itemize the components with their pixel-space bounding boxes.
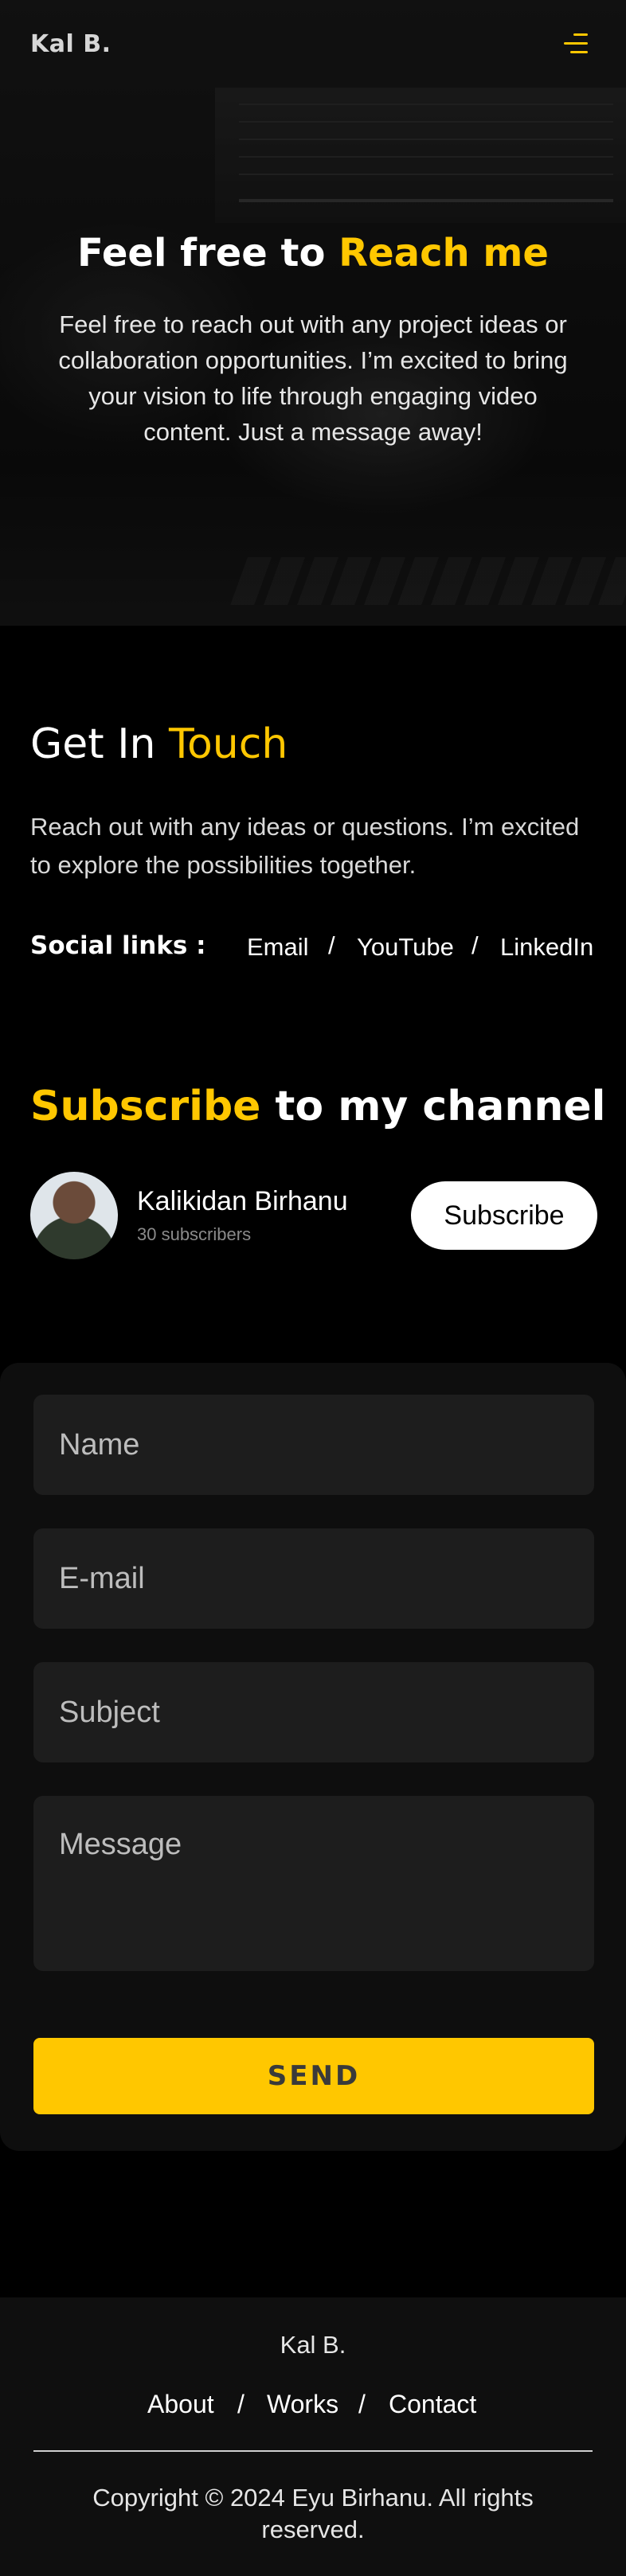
- send-button[interactable]: SEND: [33, 2038, 594, 2114]
- brand-logo[interactable]: Kal B.: [30, 30, 111, 58]
- email-field[interactable]: [33, 1528, 594, 1629]
- copyright-text: Copyright © 2024 Eyu Birhanu. All rights…: [92, 2484, 534, 2543]
- channel-avatar[interactable]: [30, 1172, 118, 1259]
- social-separator: /: [471, 931, 479, 959]
- contact-description: Reach out with any ideas or questions. I…: [30, 813, 580, 879]
- footer-nav: About / Works / Contact: [0, 2390, 626, 2422]
- contact-title-highlight: Touch: [169, 720, 288, 768]
- social-link-linkedin[interactable]: LinkedIn: [500, 933, 593, 962]
- footer-divider: [33, 2450, 593, 2452]
- footer-link-works[interactable]: Works: [267, 2390, 338, 2419]
- footer-separator: /: [237, 2390, 245, 2418]
- channel-subscriber-count: 30 subscribers: [137, 1224, 252, 1244]
- hero-title: Feel free to Reach me: [77, 231, 549, 275]
- footer-brand[interactable]: Kal B.: [0, 2331, 626, 2359]
- footer-link-contact[interactable]: Contact: [389, 2390, 476, 2419]
- subscribe-title: Subscribe to my channel: [30, 1083, 606, 1130]
- social-link-email[interactable]: Email: [247, 933, 309, 962]
- menu-icon[interactable]: [561, 32, 588, 56]
- message-field[interactable]: [33, 1796, 594, 1971]
- name-field[interactable]: [33, 1395, 594, 1495]
- channel-name[interactable]: Kalikidan Birhanu: [137, 1186, 348, 1217]
- footer-separator: /: [358, 2390, 366, 2418]
- hero-subtitle: Feel free to reach out with any project …: [58, 310, 568, 446]
- subscribe-button[interactable]: Subscribe: [411, 1181, 597, 1250]
- hero-section: Kal B. Feel free to Reach me Feel free t…: [0, 0, 626, 626]
- footer: Kal B. About / Works / Contact Copyright…: [0, 2297, 626, 2576]
- footer-link-about[interactable]: About: [147, 2390, 214, 2419]
- contact-title: Get In Touch: [30, 720, 288, 768]
- subject-field[interactable]: [33, 1662, 594, 1762]
- social-links-label: Social links :: [30, 931, 206, 960]
- social-link-youtube[interactable]: YouTube: [357, 933, 454, 962]
- social-separator: /: [328, 931, 335, 959]
- hero-title-highlight: Reach me: [338, 231, 549, 275]
- subscribe-title-highlight: Subscribe: [30, 1083, 261, 1130]
